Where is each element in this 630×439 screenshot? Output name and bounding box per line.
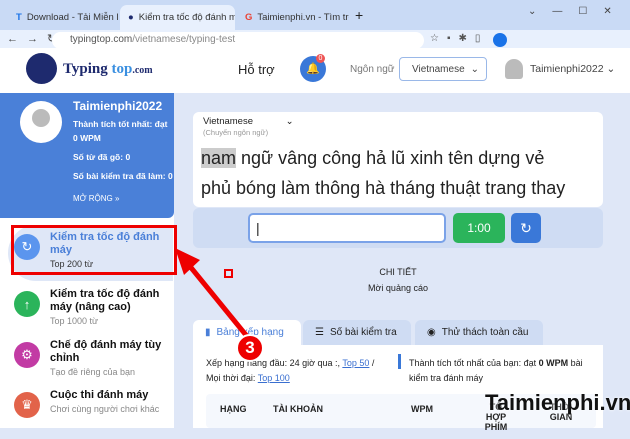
user-menu[interactable]: Taimienphi2022 ⌄ [530, 63, 615, 75]
tab-label: Thử thách toàn cầu [441, 327, 529, 338]
menu-item-competition[interactable]: ♛ Cuộc thi đánh máy Chơi cùng người chơi … [8, 383, 173, 439]
globe-icon: ◉ [427, 327, 436, 338]
notification-badge: 0 [316, 54, 325, 63]
logo-text[interactable]: Typing top.com [63, 61, 153, 78]
menu-item-title: Cuộc thi đánh máy [50, 389, 149, 401]
url-input[interactable]: typingtop.com/vietnamese/typing-test [52, 32, 424, 49]
double-chevron-down-icon: » [114, 194, 120, 203]
browser-tab-active[interactable]: ●Kiểm tra tốc độ đánh máy tiếng V✕ [120, 5, 235, 30]
tab-test-count[interactable]: ☰ Số bài kiểm tra [303, 320, 411, 345]
watermark-logo: Taimienphi.vn [485, 390, 630, 415]
address-bar-row: ←→↻ typingtop.com/vietnamese/typing-test… [0, 30, 630, 50]
top100-link[interactable]: Top 100 [258, 373, 290, 383]
best-score-prefix: Thành tích tốt nhất của bạn: đạt [409, 358, 537, 368]
menu-item-custom[interactable]: ⚙ Chế độ đánh máy tùy chỉnh Tạo đề riêng … [8, 333, 173, 389]
typing-text-card: Vietnamese ⌄ (Chuyển ngôn ngữ) nam ngữ v… [193, 112, 603, 207]
browser-tab-bar: TDownload - Tải Miễn Phí VN - Ph✕ ●Kiểm … [0, 0, 630, 30]
expand-label: MỞ RỘNG [73, 194, 113, 203]
support-link[interactable]: Hỗ trợ [238, 62, 275, 77]
new-tab-icon[interactable]: + [355, 7, 363, 23]
test-language-value: Vietnamese [203, 116, 253, 127]
menu-item-title: Chế độ đánh máy tùy chỉnh [50, 339, 162, 364]
column-header-account[interactable]: TÀI KHOẢN [273, 404, 323, 414]
logo-accent: top [111, 61, 133, 77]
window-controls-icon[interactable]: ⌄—☐✕ [528, 6, 628, 17]
url-host: typingtop.com [70, 34, 133, 45]
words-label: Số từ đã gõ: [73, 152, 124, 162]
language-label: Ngôn ngữ [350, 64, 395, 75]
menu-item-title: Kiểm tra tốc độ đánh máy (nâng cao) [50, 288, 160, 313]
divider [398, 354, 401, 369]
chevron-down-icon: ⌄ [470, 64, 479, 75]
best-score-value: 0 WPM [538, 358, 569, 368]
column-header-rank[interactable]: HẠNG [220, 404, 247, 414]
logo-suffix: .com [132, 65, 153, 76]
tab-global-challenge[interactable]: ◉ Thử thách toàn cầu [415, 320, 543, 345]
profile-card: Taimienphi2022 Thành tích tốt nhất: đạt … [0, 93, 174, 218]
menu-item-subtitle: Tạo đề riêng của bạn [50, 367, 136, 377]
tab-favicon-icon: T [16, 12, 22, 23]
logo-main: Typing [63, 61, 108, 77]
avatar [20, 101, 62, 143]
arrow-up-icon: ↑ [14, 291, 40, 317]
gear-icon: ⚙ [14, 342, 40, 368]
browser-tab[interactable]: GTaimienphi.vn - Tìm trên Google✕ [237, 5, 349, 30]
input-row: | 1:00 ↻ [193, 208, 603, 248]
site-header: Typing top.com Hỗ trợ 🔔 0 Ngôn ngữ Vietn… [0, 48, 630, 93]
change-language-hint[interactable]: (Chuyển ngôn ngữ) [203, 128, 268, 137]
timer-display: 1:00 [453, 213, 505, 243]
chevron-down-icon: ⌄ [285, 116, 294, 127]
current-word: nam [201, 148, 237, 168]
extension-icons[interactable]: ☆▪✱▯ [430, 33, 488, 44]
profile-icon[interactable] [493, 33, 507, 47]
test-language-select[interactable]: Vietnamese ⌄ [203, 116, 294, 127]
browser-tab[interactable]: TDownload - Tải Miễn Phí VN - Ph✕ [8, 5, 118, 30]
best-score-text: Thành tích tốt nhất của bạn: đạt 0 WPM b… [409, 356, 589, 386]
best-value: 0 WPM [73, 133, 101, 143]
menu-item-subtitle: Top 1000 từ [50, 316, 99, 326]
url-path: /vietnamese/typing-test [132, 34, 236, 45]
tab-label: Số bài kiểm tra [329, 327, 397, 338]
ranking-text: Xếp hạng hàng đầu: 24 giờ qua :, Top 50 … [206, 356, 386, 386]
list-icon: ☰ [315, 327, 324, 338]
tab-favicon-icon: ● [128, 12, 134, 23]
ranking-label: Xếp hạng hàng đầu: 24 giờ qua :, [206, 358, 341, 368]
typing-input[interactable]: | [248, 213, 446, 243]
profile-name: Taimienphi2022 [73, 99, 163, 113]
highlight-box [11, 225, 177, 275]
profile-stats: Thành tích tốt nhất: đạt 0 WPM Số từ đã … [73, 117, 173, 183]
language-value: Vietnamese [412, 64, 465, 75]
tab-title: Taimienphi.vn - Tìm trên Google [257, 12, 349, 23]
step-badge: 3 [236, 334, 264, 362]
restart-icon[interactable]: ↻ [511, 213, 541, 243]
tests-label: Số bài kiểm tra đã làm: [73, 171, 166, 181]
tests-value: 0 [167, 171, 173, 181]
chevron-down-icon: ⌄ [606, 63, 616, 75]
username: Taimienphi2022 [530, 63, 604, 75]
language-select[interactable]: Vietnamese ⌄ [399, 57, 487, 81]
words-value: 0 [125, 152, 131, 162]
menu-item-advanced-test[interactable]: ↑ Kiểm tra tốc độ đánh máy (nâng cao) Top… [8, 282, 173, 338]
tab-title: Download - Tải Miễn Phí VN - Ph [26, 12, 118, 23]
logo-icon [26, 53, 57, 84]
user-avatar[interactable] [505, 59, 523, 79]
tab-title: Kiểm tra tốc độ đánh máy tiếng V [138, 12, 235, 23]
text-line-1: nam ngữ vâng công hả lũ xinh tên dựng vẻ [201, 148, 544, 169]
best-label: Thành tích tốt nhất: đạt [73, 119, 168, 129]
trophy-icon: ♛ [14, 392, 40, 418]
text-line-2: phủ bóng làm thông hà tháng thuật trang … [201, 178, 566, 198]
menu-item-subtitle: Chơi cùng người chơi khác [50, 404, 160, 414]
google-icon: G [245, 12, 253, 23]
top50-link[interactable]: Top 50 [342, 358, 369, 368]
line-1-rest: ngữ vâng công hả lũ xinh tên dựng vẻ [236, 148, 545, 168]
column-header-wpm[interactable]: WPM [411, 404, 433, 414]
expand-button[interactable]: MỞ RỘNG » [73, 194, 119, 203]
